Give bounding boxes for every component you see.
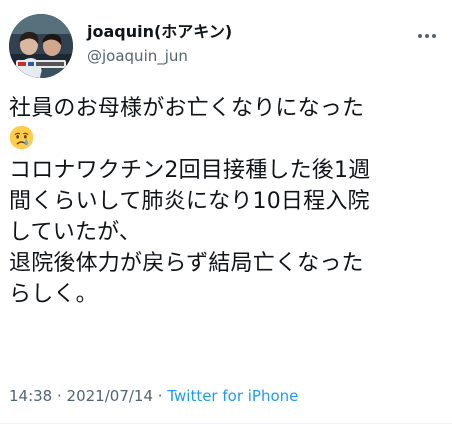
tweet-text: 社員のお母様がお亡くなりになった コロナワクチン2回目接種した後1週 間くらいし… <box>9 93 441 310</box>
display-name[interactable]: joaquin(ホアキン) <box>87 22 232 42</box>
tweet-line: 間くらいして肺炎になり10日程入院 <box>9 189 370 214</box>
tweet-source-link[interactable]: Twitter for iPhone <box>167 387 298 405</box>
tweet-line: コロナワクチン2回目接種した後1週 <box>9 158 371 183</box>
tweet-header: joaquin(ホアキン) @joaquin_jun <box>9 14 440 78</box>
tweet-time[interactable]: 14:38 <box>9 387 52 405</box>
tweet-date[interactable]: 2021/07/14 <box>67 387 153 405</box>
crying-face-emoji-icon <box>9 125 34 150</box>
tweet-line: 社員のお母様がお亡くなりになった <box>9 96 365 121</box>
meta-separator: · <box>52 387 67 405</box>
user-handle[interactable]: @joaquin_jun <box>87 46 232 66</box>
user-names: joaquin(ホアキン) @joaquin_jun <box>87 22 232 66</box>
more-dots-icon <box>418 34 436 38</box>
meta-separator: · <box>153 387 168 405</box>
tweet-card: joaquin(ホアキン) @joaquin_jun 社員のお母様がお亡くなりに… <box>0 0 452 424</box>
more-options-button[interactable] <box>414 26 440 46</box>
avatar[interactable] <box>9 14 73 78</box>
tweet-line: らしく。 <box>9 282 98 307</box>
avatar-image <box>9 14 73 78</box>
tweet-line: していたが、 <box>9 220 142 245</box>
tweet-line: 退院後体力が戻らず結局亡くなった <box>9 251 364 276</box>
tweet-line-emoji <box>9 124 441 155</box>
tweet-meta: 14:38 · 2021/07/14 · Twitter for iPhone <box>9 386 298 406</box>
